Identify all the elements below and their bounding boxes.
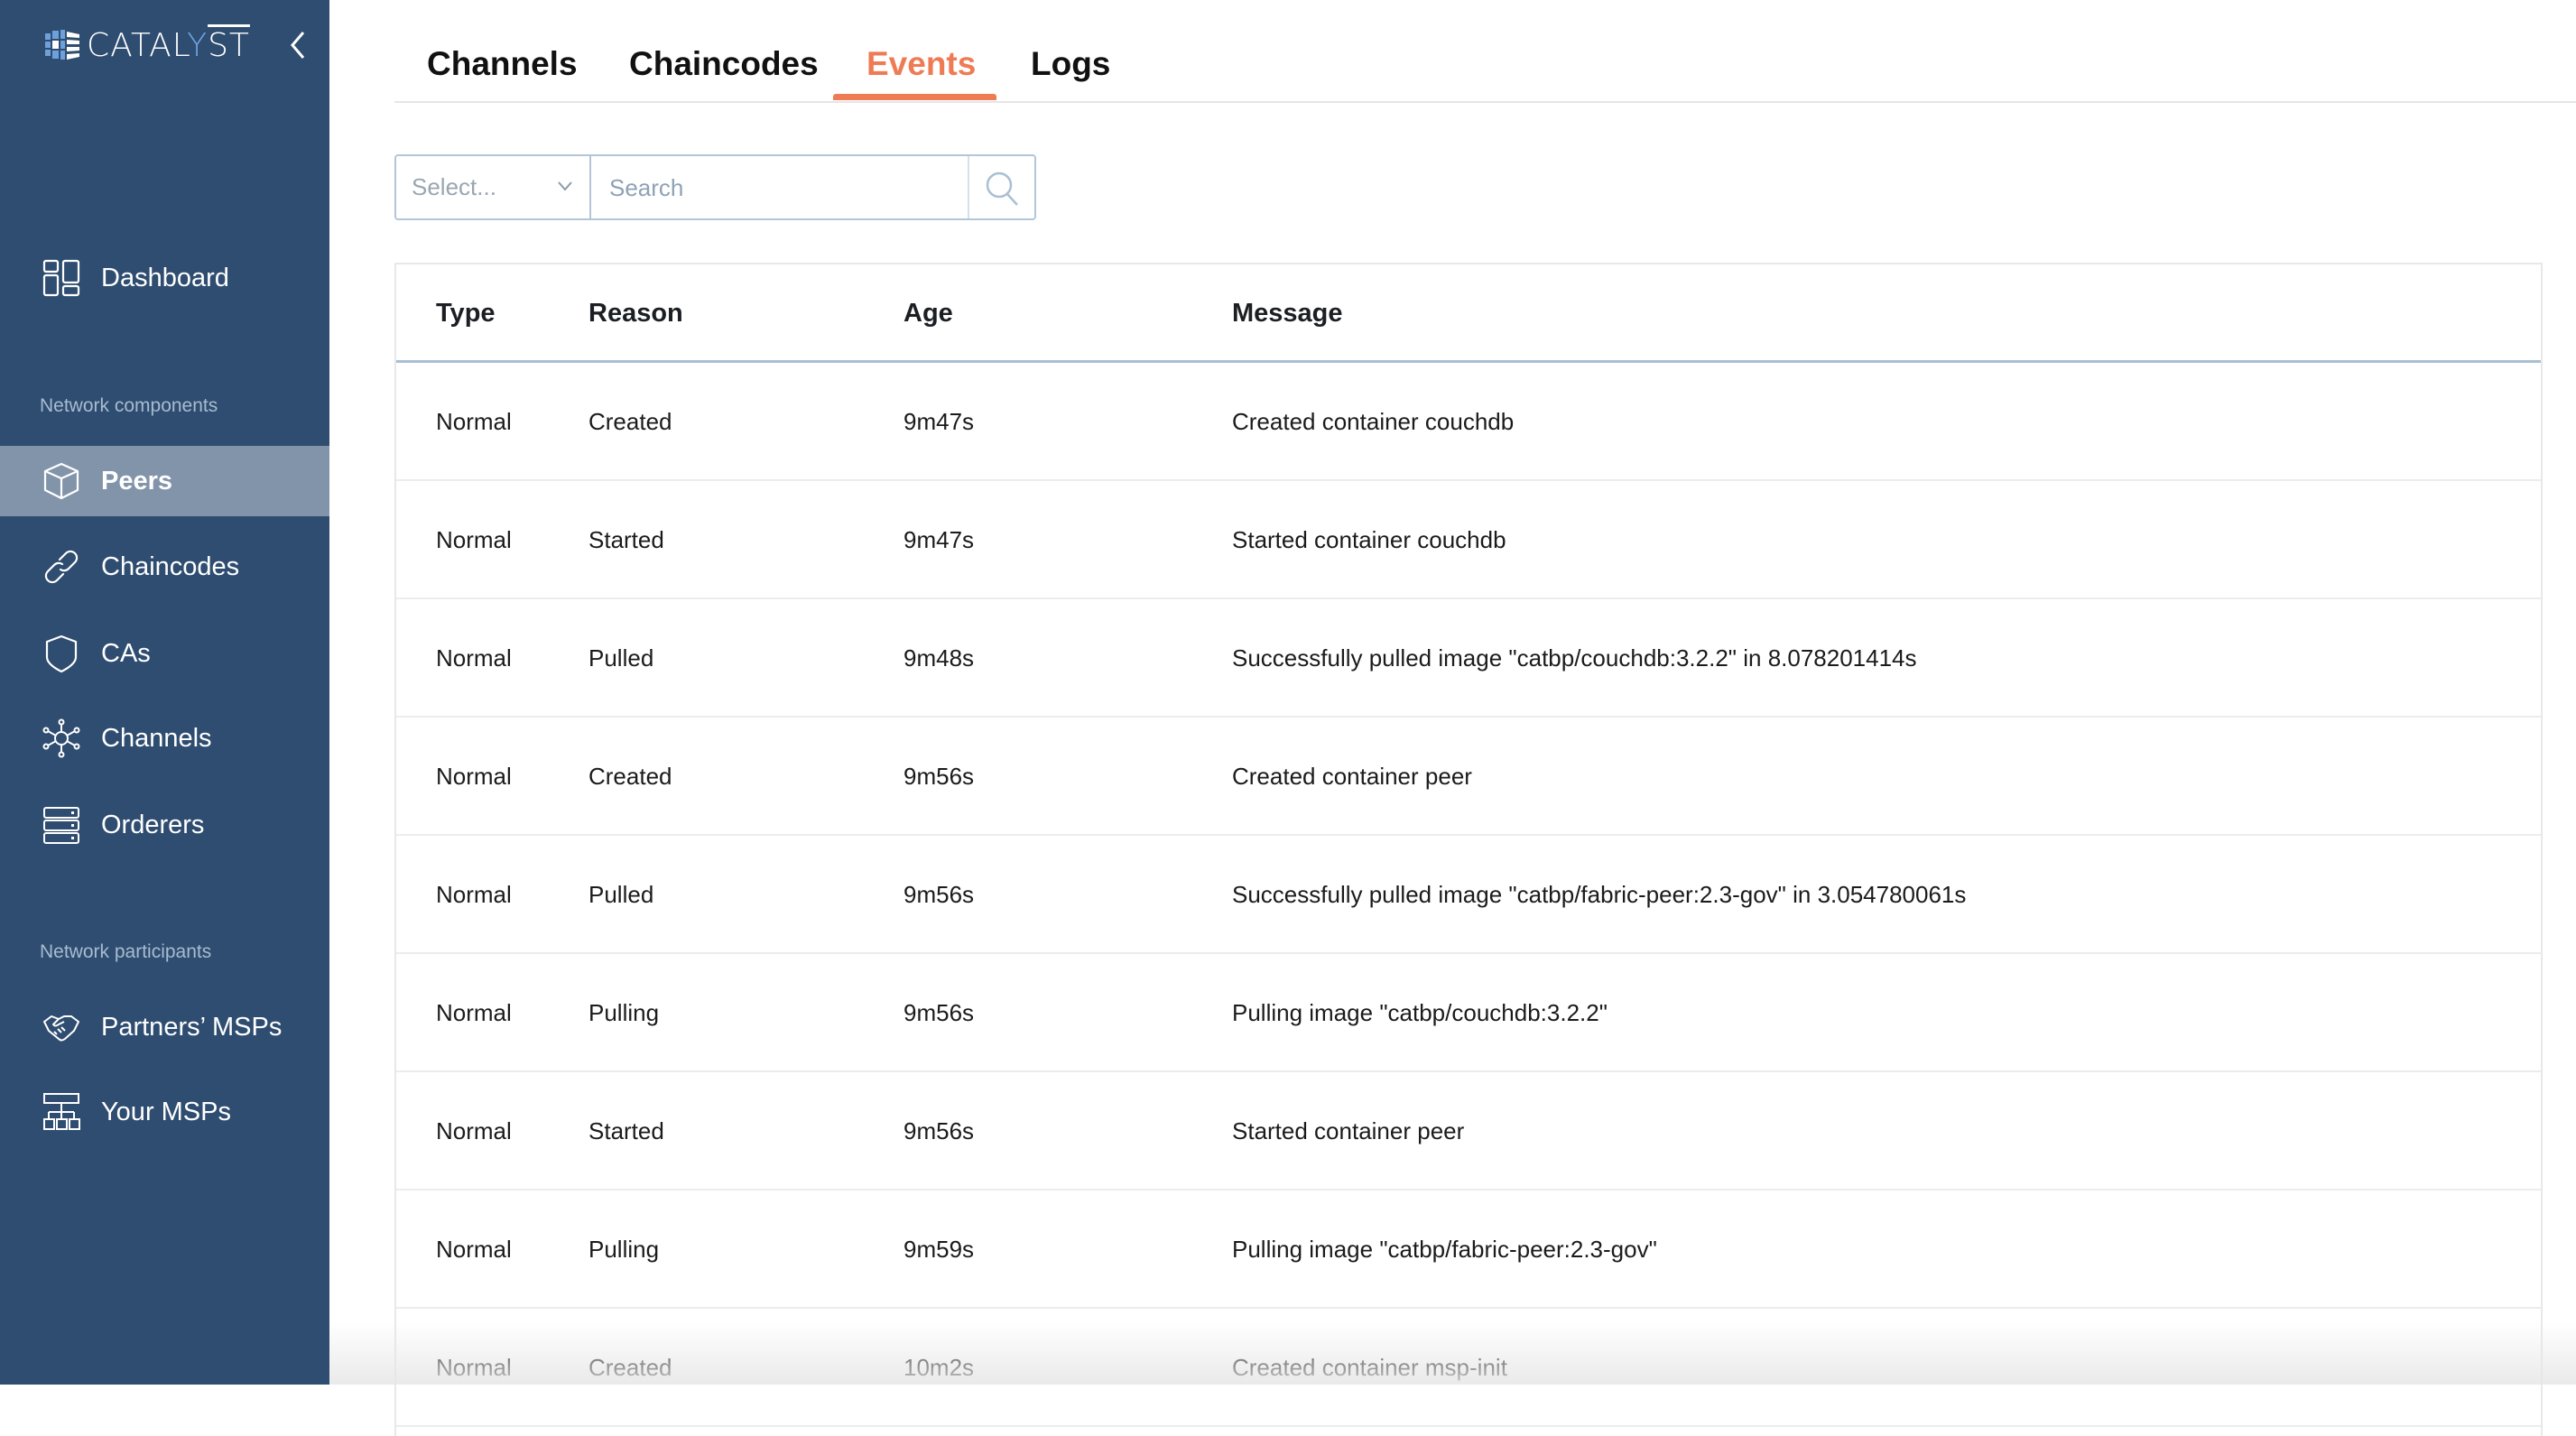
sidebar-item-label: Peers [101,466,173,496]
logo-cube-icon [45,30,79,60]
chevron-left-icon [291,32,305,59]
events-table: Type Reason Age Message Normal Created 9m4… [394,263,2543,1436]
column-header-type[interactable]: Type [436,299,496,329]
section-label-network-components: Network components [40,395,218,416]
sidebar-item-cas[interactable]: CAs [0,618,329,689]
link-icon [42,547,81,587]
sidebar-item-label: Your MSPs [101,1097,231,1126]
table-row[interactable]: Normal Started 9m56s Started container peer [396,1072,2541,1190]
tab-chaincodes[interactable]: Chaincodes [629,45,819,101]
table-row[interactable]: Normal Created 9m56s Created container peer [396,718,2541,836]
table-header: Type Reason Age Message [396,264,2541,363]
active-tab-indicator [833,94,996,100]
shield-icon [42,634,81,673]
select-placeholder: Select... [412,173,496,200]
cell-message: Successfully pulled image "catbp/fabric-… [1232,881,1967,908]
server-stack-icon [42,805,81,845]
cell-type: Normal [436,763,512,790]
sidebar-item-label: Channels [101,723,212,753]
column-header-reason[interactable]: Reason [588,299,683,329]
table-row[interactable]: Normal Pulled 9m56s Successfully pulled ima… [396,836,2541,954]
cell-reason: Started [588,526,664,553]
cell-reason: Created [588,1354,672,1381]
tab-channels[interactable]: Channels [427,45,578,101]
sidebar-item-channels[interactable]: Channels [0,703,329,774]
sidebar-item-label: CAs [101,638,151,668]
cube-icon [42,461,81,501]
search-icon [986,171,1018,206]
column-header-age[interactable]: Age [903,299,953,329]
cell-age: 9m56s [903,999,975,1026]
cell-type: Normal [436,526,512,553]
cell-message: Created container couchdb [1232,408,1515,435]
search-button[interactable] [968,156,1034,218]
cell-message: Created container msp-init [1232,1354,1507,1381]
sidebar-item-partners-msps[interactable]: Partners’ MSPs [0,992,329,1062]
tab-logs[interactable]: Logs [1031,45,1110,101]
sidebar-item-label: Partners’ MSPs [101,1012,283,1042]
cell-type: Normal [436,999,512,1026]
org-chart-icon [42,1092,81,1132]
sidebar-item-dashboard[interactable]: Dashboard [0,243,329,313]
catalyst-logo[interactable]: CATALYST [43,25,250,65]
section-label-network-participants: Network participants [40,941,212,962]
cell-message: Pulling image "catbp/fabric-peer:2.3-gov… [1232,1236,1657,1263]
cell-age: 9m59s [903,1236,975,1263]
collapse-sidebar-button[interactable] [285,27,310,63]
table-row[interactable]: Normal Started 9m47s Started container couc… [396,481,2541,599]
brand-name: CATALYST [87,26,250,64]
table-row[interactable]: Normal Pulled 9m48s Successfully pulled ima… [396,599,2541,718]
sidebar-item-orderers[interactable]: Orderers [0,790,329,860]
cell-message: Pulling image "catbp/couchdb:3.2.2" [1232,999,1608,1026]
cell-age: 9m47s [903,408,975,435]
sidebar: CATALYST Dashboard Network components Pe… [0,0,329,1385]
cell-message: Successfully pulled image "catbp/couchdb… [1232,644,1917,672]
table-row[interactable]: Normal Created 9m47s Created container couc… [396,363,2541,481]
tab-events[interactable]: Events [866,45,976,101]
sidebar-item-chaincodes[interactable]: Chaincodes [0,532,329,602]
cell-reason: Started [588,1117,664,1144]
cell-message: Created container peer [1232,763,1472,790]
network-hub-icon [42,718,81,758]
cell-type: Normal [436,408,512,435]
cell-type: Normal [436,881,512,908]
cell-type: Normal [436,1354,512,1381]
column-header-message[interactable]: Message [1232,299,1343,329]
cell-age: 9m56s [903,763,975,790]
cell-message: Started container couchdb [1232,526,1506,553]
cell-age: 9m56s [903,881,975,908]
sidebar-item-label: Chaincodes [101,551,240,581]
cell-age: 10m2s [903,1354,975,1381]
sidebar-item-label: Dashboard [101,263,229,292]
table-row[interactable]: Normal Created 10m2s Created container msp-… [396,1309,2541,1427]
cell-reason: Pulling [588,1236,660,1263]
filter-bar: Select... [394,154,1036,220]
cell-type: Normal [436,644,512,672]
dashboard-icon [42,258,81,298]
sidebar-item-label: Orderers [101,810,205,839]
sidebar-item-peers[interactable]: Peers [0,446,329,516]
cell-message: Started container peer [1232,1117,1465,1144]
cell-age: 9m47s [903,526,975,553]
tab-bar: Channels Chaincodes Events Logs [394,0,2576,103]
cell-reason: Created [588,408,672,435]
cell-type: Normal [436,1117,512,1144]
cell-reason: Pulled [588,644,654,672]
table-row[interactable]: Normal Pulling 9m59s Pulling image "catbp/f… [396,1190,2541,1309]
type-select[interactable]: Select... [396,156,591,218]
cell-reason: Created [588,763,672,790]
handshake-icon [42,1007,81,1047]
cell-type: Normal [436,1236,512,1263]
search-input[interactable] [591,156,968,220]
table-row[interactable]: Normal Pulling 9m56s Pulling image "catbp/c… [396,954,2541,1072]
chevron-down-icon [558,181,572,191]
cell-reason: Pulling [588,999,660,1026]
cell-age: 9m48s [903,644,975,672]
sidebar-item-your-msps[interactable]: Your MSPs [0,1077,329,1147]
cell-reason: Pulled [588,881,654,908]
cell-age: 9m56s [903,1117,975,1144]
